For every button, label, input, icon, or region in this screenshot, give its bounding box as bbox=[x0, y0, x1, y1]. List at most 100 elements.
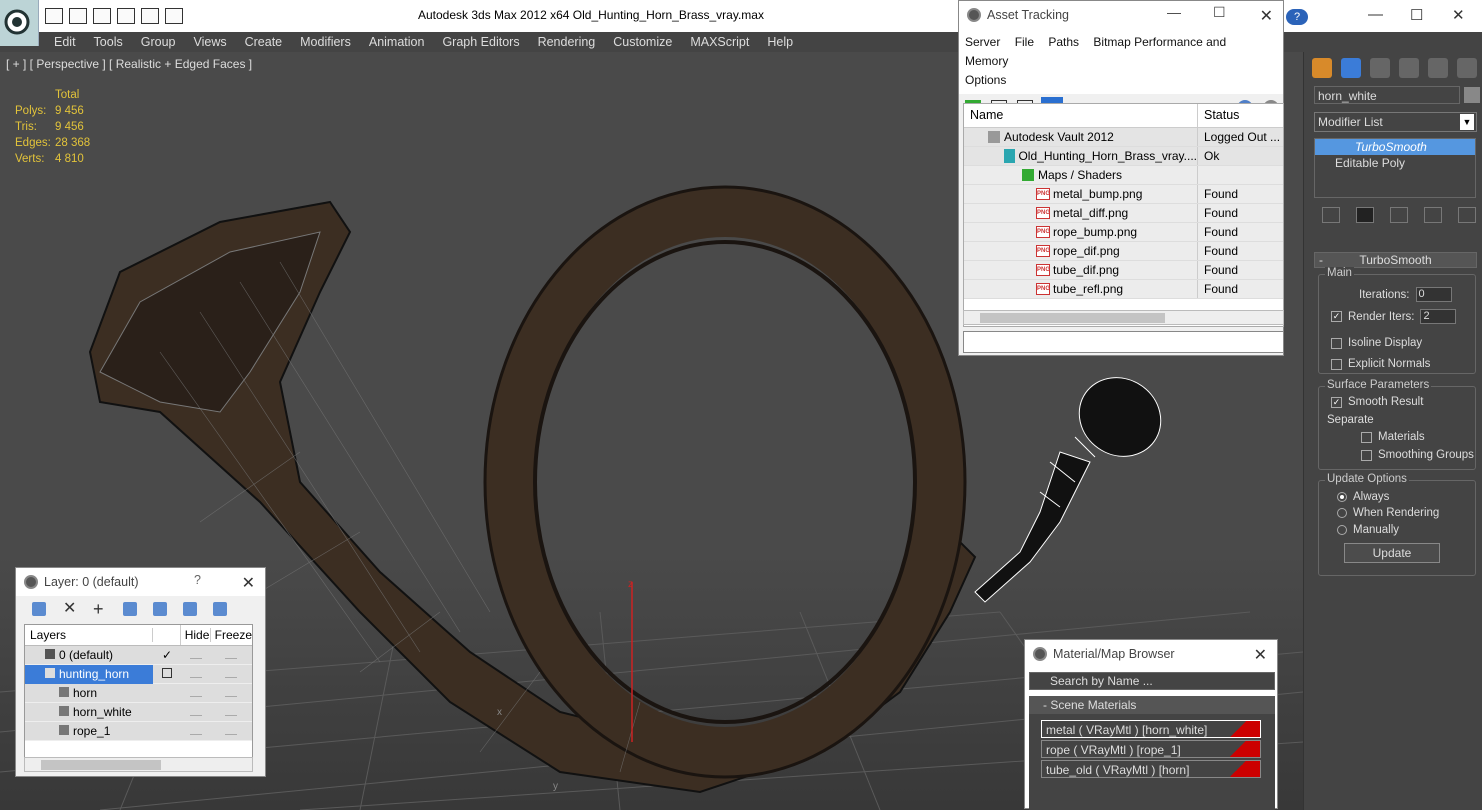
table-row[interactable]: Old_Hunting_Horn_Brass_vray.... Ok bbox=[964, 147, 1283, 166]
table-row[interactable]: PNG rope_dif.png Found bbox=[964, 242, 1283, 261]
scene-materials-header[interactable]: - Scene Materials bbox=[1029, 696, 1275, 714]
layer-row[interactable]: horn bbox=[25, 684, 252, 703]
smoothing-groups-checkbox[interactable]: Smoothing Groups bbox=[1361, 449, 1474, 461]
menu-modifiers[interactable]: Modifiers bbox=[300, 35, 351, 49]
maximize-icon[interactable]: ☐ bbox=[1410, 6, 1423, 24]
scrollbar-thumb[interactable] bbox=[980, 313, 1165, 323]
object-name-field[interactable]: horn_white bbox=[1314, 86, 1460, 104]
menu-options[interactable]: Options bbox=[965, 73, 1006, 87]
checkbox[interactable] bbox=[1331, 358, 1342, 370]
hide-toggle[interactable] bbox=[190, 696, 202, 697]
table-row[interactable]: PNG tube_dif.png Found bbox=[964, 261, 1283, 280]
open-icon[interactable] bbox=[45, 8, 63, 24]
layer-row[interactable]: rope_1 bbox=[25, 722, 252, 741]
app-logo-icon[interactable] bbox=[0, 0, 39, 46]
save-icon[interactable] bbox=[69, 8, 87, 24]
object-color-swatch[interactable] bbox=[1464, 87, 1480, 103]
hide-toggle[interactable] bbox=[190, 677, 202, 678]
menu-tools[interactable]: Tools bbox=[94, 35, 123, 49]
table-row[interactable]: PNG rope_bump.png Found bbox=[964, 223, 1283, 242]
hide-all-icon[interactable] bbox=[183, 602, 197, 616]
close-icon[interactable]: ✕ bbox=[1260, 6, 1273, 26]
render-iters-checkbox[interactable]: ✓ Render Iters: 2 bbox=[1331, 309, 1457, 324]
asset-path-field[interactable] bbox=[963, 331, 1284, 353]
col-hide[interactable]: Hide bbox=[181, 628, 211, 642]
checkbox-checked[interactable]: ✓ bbox=[1331, 311, 1342, 322]
col-name[interactable]: Name bbox=[964, 104, 1198, 127]
table-row[interactable]: Maps / Shaders bbox=[964, 166, 1283, 185]
modifier-list-dropdown[interactable]: Modifier List ▼ bbox=[1314, 112, 1477, 132]
table-row[interactable]: PNG tube_refl.png Found bbox=[964, 280, 1283, 299]
close-icon[interactable]: ✕ bbox=[1254, 645, 1267, 665]
freeze-all-icon[interactable] bbox=[213, 602, 227, 616]
isoline-display-checkbox[interactable]: Isoline Display bbox=[1331, 337, 1422, 349]
checkbox-checked[interactable]: ✓ bbox=[1331, 396, 1342, 408]
close-icon[interactable]: ✕ bbox=[242, 573, 255, 593]
menu-paths[interactable]: Paths bbox=[1048, 35, 1079, 49]
table-row[interactable]: PNG metal_bump.png Found bbox=[964, 185, 1283, 204]
checkbox[interactable] bbox=[1361, 431, 1372, 443]
freeze-toggle[interactable] bbox=[225, 696, 237, 697]
freeze-toggle[interactable] bbox=[225, 734, 237, 735]
material-search-input[interactable]: Search by Name ... bbox=[1029, 672, 1275, 690]
minimize-icon[interactable]: — bbox=[1368, 6, 1383, 23]
explicit-normals-checkbox[interactable]: Explicit Normals bbox=[1331, 358, 1430, 370]
material-item[interactable]: tube_old ( VRayMtl ) [horn] bbox=[1041, 760, 1261, 778]
highlight-layer-icon[interactable] bbox=[153, 602, 167, 616]
menu-server[interactable]: Server bbox=[965, 35, 1000, 49]
update-button[interactable]: Update bbox=[1344, 543, 1440, 563]
always-radio[interactable]: Always bbox=[1337, 491, 1389, 503]
close-icon[interactable]: ✕ bbox=[1452, 6, 1465, 24]
set-current-icon[interactable] bbox=[162, 668, 172, 678]
scrollbar-thumb[interactable] bbox=[41, 760, 161, 770]
smooth-result-checkbox[interactable]: ✓ Smooth Result bbox=[1331, 396, 1423, 408]
show-end-result-icon[interactable] bbox=[1356, 207, 1374, 223]
create-tab-icon[interactable] bbox=[1312, 58, 1332, 78]
freeze-toggle[interactable] bbox=[225, 715, 237, 716]
configure-sets-icon[interactable] bbox=[1458, 207, 1476, 223]
undo-icon[interactable] bbox=[141, 8, 159, 24]
menu-graph-editors[interactable]: Graph Editors bbox=[442, 35, 519, 49]
when-rendering-radio[interactable]: When Rendering bbox=[1337, 507, 1439, 519]
help-icon[interactable]: ? bbox=[194, 573, 201, 587]
menu-create[interactable]: Create bbox=[245, 35, 283, 49]
layer-row[interactable]: 0 (default) ✓ bbox=[25, 646, 252, 665]
add-to-layer-icon[interactable]: + bbox=[93, 600, 107, 618]
utilities-tab-icon[interactable] bbox=[1457, 58, 1477, 78]
iterations-value[interactable]: 0 bbox=[1415, 287, 1452, 302]
menu-group[interactable]: Group bbox=[141, 35, 176, 49]
radio-selected[interactable] bbox=[1337, 492, 1347, 502]
menu-help[interactable]: Help bbox=[767, 35, 793, 49]
new-icon[interactable] bbox=[93, 8, 111, 24]
motion-tab-icon[interactable] bbox=[1399, 58, 1419, 78]
col-status[interactable]: Status bbox=[1198, 104, 1245, 127]
radio[interactable] bbox=[1337, 508, 1347, 518]
minimize-icon[interactable]: — bbox=[1167, 4, 1181, 20]
table-row[interactable]: PNG metal_diff.png Found bbox=[964, 204, 1283, 223]
render-iters-value[interactable]: 2 bbox=[1420, 309, 1457, 324]
material-item[interactable]: rope ( VRayMtl ) [rope_1] bbox=[1041, 740, 1261, 758]
hide-toggle[interactable] bbox=[190, 715, 202, 716]
hide-toggle[interactable] bbox=[190, 734, 202, 735]
freeze-toggle[interactable] bbox=[225, 677, 237, 678]
horizontal-scrollbar[interactable] bbox=[963, 310, 1284, 325]
menu-customize[interactable]: Customize bbox=[613, 35, 672, 49]
materials-checkbox[interactable]: Materials bbox=[1361, 431, 1425, 443]
menu-animation[interactable]: Animation bbox=[369, 35, 425, 49]
menu-edit[interactable]: Edit bbox=[54, 35, 76, 49]
radio[interactable] bbox=[1337, 525, 1347, 535]
freeze-toggle[interactable] bbox=[225, 658, 237, 659]
delete-layer-icon[interactable]: ✕ bbox=[63, 601, 77, 617]
hold-icon[interactable] bbox=[117, 8, 135, 24]
menu-maxscript[interactable]: MAXScript bbox=[690, 35, 749, 49]
menu-rendering[interactable]: Rendering bbox=[538, 35, 596, 49]
col-layers[interactable]: Layers bbox=[25, 628, 153, 642]
layer-row[interactable]: hunting_horn bbox=[25, 664, 252, 684]
layer-row[interactable]: horn_white bbox=[25, 703, 252, 722]
viewport-label[interactable]: [ + ] [ Perspective ] [ Realistic + Edge… bbox=[6, 57, 252, 71]
hierarchy-tab-icon[interactable] bbox=[1370, 58, 1390, 78]
redo-icon[interactable] bbox=[165, 8, 183, 24]
active-checkmark-icon[interactable]: ✓ bbox=[153, 648, 181, 662]
iterations-spinner[interactable]: Iterations: 0 bbox=[1359, 287, 1452, 302]
horizontal-scrollbar[interactable] bbox=[24, 757, 253, 772]
